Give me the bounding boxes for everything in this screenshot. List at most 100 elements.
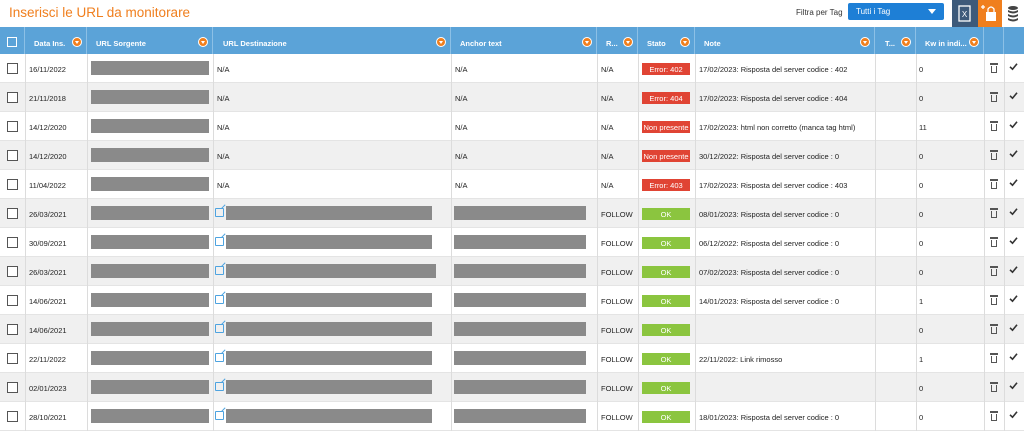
column-date[interactable]: Data Ins. xyxy=(25,27,87,54)
source-url-redacted[interactable] xyxy=(91,264,209,278)
row-checkbox[interactable] xyxy=(7,237,18,248)
external-link-icon[interactable] xyxy=(215,237,224,246)
row-checkbox[interactable] xyxy=(7,121,18,132)
checkmark-icon[interactable] xyxy=(1009,381,1018,390)
row-checkbox[interactable] xyxy=(7,411,18,422)
destination-url-redacted[interactable] xyxy=(226,351,432,365)
source-url-redacted[interactable] xyxy=(91,61,209,75)
checkmark-icon[interactable] xyxy=(1009,236,1018,245)
checkmark-icon[interactable] xyxy=(1009,265,1018,274)
source-url-redacted[interactable] xyxy=(91,235,209,249)
kw-cell: 0 xyxy=(919,210,924,219)
sort-icon[interactable] xyxy=(198,37,208,47)
database-button[interactable] xyxy=(1002,0,1024,27)
row-checkbox[interactable] xyxy=(7,63,18,74)
checkmark-icon[interactable] xyxy=(1009,149,1018,158)
trash-icon[interactable] xyxy=(990,382,998,392)
trash-icon[interactable] xyxy=(990,266,998,276)
sort-icon[interactable] xyxy=(72,37,82,47)
excel-export-button[interactable]: X xyxy=(952,0,978,27)
checkmark-icon[interactable] xyxy=(1009,294,1018,303)
external-link-icon[interactable] xyxy=(215,353,224,362)
column-destination-url[interactable]: URL Destinazione xyxy=(213,27,451,54)
trash-icon[interactable] xyxy=(990,208,998,218)
row-checkbox[interactable] xyxy=(7,92,18,103)
checkmark-icon[interactable] xyxy=(1009,410,1018,419)
destination-url-redacted[interactable] xyxy=(226,322,432,336)
column-status[interactable]: Stato xyxy=(638,27,695,54)
kw-cell: 0 xyxy=(919,65,924,74)
checkmark-icon[interactable] xyxy=(1009,178,1018,187)
external-link-icon[interactable] xyxy=(215,266,224,275)
select-all-checkbox[interactable] xyxy=(7,37,17,47)
column-divider xyxy=(875,170,876,199)
sort-icon[interactable] xyxy=(969,37,979,47)
checkmark-icon[interactable] xyxy=(1009,120,1018,129)
trash-icon[interactable] xyxy=(990,150,998,160)
add-url-button[interactable] xyxy=(978,0,1004,27)
checkmark-icon[interactable] xyxy=(1009,207,1018,216)
trash-icon[interactable] xyxy=(990,324,998,334)
destination-url-redacted[interactable] xyxy=(226,380,432,394)
column-tag[interactable]: T... xyxy=(875,27,916,54)
column-divider xyxy=(875,141,876,170)
checkmark-icon[interactable] xyxy=(1009,62,1018,71)
source-url-redacted[interactable] xyxy=(91,90,209,104)
row-checkbox[interactable] xyxy=(7,324,18,335)
column-divider xyxy=(695,257,696,286)
external-link-icon[interactable] xyxy=(215,411,224,420)
checkmark-icon[interactable] xyxy=(1009,352,1018,361)
source-url-redacted[interactable] xyxy=(91,322,209,336)
checkmark-icon[interactable] xyxy=(1009,91,1018,100)
status-badge: Non presente xyxy=(642,121,690,133)
sort-icon[interactable] xyxy=(582,37,592,47)
column-rel[interactable]: R... xyxy=(597,27,638,54)
row-checkbox[interactable] xyxy=(7,382,18,393)
trash-icon[interactable] xyxy=(990,353,998,363)
trash-icon[interactable] xyxy=(990,237,998,247)
destination-url-redacted[interactable] xyxy=(226,409,432,423)
row-checkbox[interactable] xyxy=(7,353,18,364)
sort-icon[interactable] xyxy=(860,37,870,47)
row-checkbox[interactable] xyxy=(7,295,18,306)
external-link-icon[interactable] xyxy=(215,295,224,304)
destination-url-redacted[interactable] xyxy=(226,293,432,307)
tag-filter-select[interactable]: Tutti i Tag xyxy=(848,3,944,20)
source-url-redacted[interactable] xyxy=(91,177,209,191)
checkmark-icon[interactable] xyxy=(1009,323,1018,332)
source-url-redacted[interactable] xyxy=(91,119,209,133)
trash-icon[interactable] xyxy=(990,179,998,189)
column-notes[interactable]: Note xyxy=(695,27,875,54)
table-row: 11/04/2022 N/A N/A N/A Error: 403 17/02/2023:… xyxy=(0,170,1024,199)
trash-icon[interactable] xyxy=(990,92,998,102)
column-divider xyxy=(875,344,876,373)
source-url-redacted[interactable] xyxy=(91,148,209,162)
trash-icon[interactable] xyxy=(990,121,998,131)
destination-url-redacted[interactable] xyxy=(226,235,432,249)
source-url-redacted[interactable] xyxy=(91,380,209,394)
sort-icon[interactable] xyxy=(901,37,911,47)
column-divider xyxy=(87,170,88,199)
external-link-icon[interactable] xyxy=(215,382,224,391)
row-checkbox[interactable] xyxy=(7,208,18,219)
external-link-icon[interactable] xyxy=(215,208,224,217)
row-checkbox[interactable] xyxy=(7,150,18,161)
column-anchor-text[interactable]: Anchor text xyxy=(451,27,597,54)
source-url-redacted[interactable] xyxy=(91,293,209,307)
column-source-url[interactable]: URL Sorgente xyxy=(87,27,213,54)
source-url-redacted[interactable] xyxy=(91,409,209,423)
external-link-icon[interactable] xyxy=(215,324,224,333)
destination-url-redacted[interactable] xyxy=(226,264,436,278)
sort-icon[interactable] xyxy=(436,37,446,47)
sort-icon[interactable] xyxy=(623,37,633,47)
trash-icon[interactable] xyxy=(990,295,998,305)
row-checkbox[interactable] xyxy=(7,266,18,277)
destination-url-redacted[interactable] xyxy=(226,206,432,220)
row-checkbox[interactable] xyxy=(7,179,18,190)
source-url-redacted[interactable] xyxy=(91,206,209,220)
trash-icon[interactable] xyxy=(990,411,998,421)
trash-icon[interactable] xyxy=(990,63,998,73)
source-url-redacted[interactable] xyxy=(91,351,209,365)
sort-icon[interactable] xyxy=(680,37,690,47)
column-kw-index[interactable]: Kw in indi... xyxy=(916,27,984,54)
